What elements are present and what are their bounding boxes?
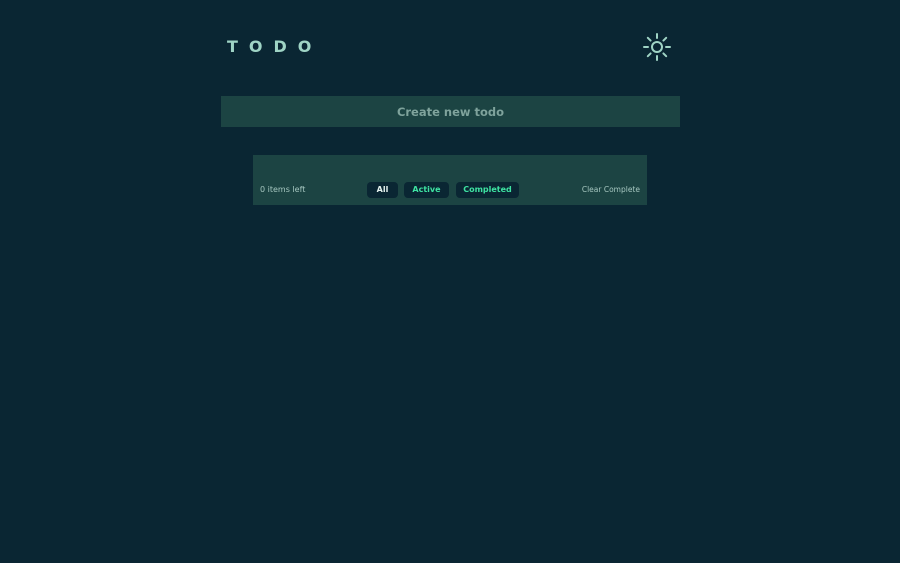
items-left-count: 0 items left xyxy=(260,185,306,194)
filter-all-button[interactable]: All xyxy=(367,182,398,198)
app-title: TODO xyxy=(227,37,323,56)
theme-toggle-button[interactable] xyxy=(642,32,672,62)
sun-icon xyxy=(642,32,672,62)
filter-completed-button[interactable]: Completed xyxy=(456,182,519,198)
filter-active-button[interactable]: Active xyxy=(404,182,449,198)
todo-app: TODO 0 items left All Activ xyxy=(0,0,900,563)
clear-complete-button[interactable]: Clear Complete xyxy=(582,184,640,196)
new-todo-input[interactable] xyxy=(221,96,680,127)
todo-panel: 0 items left All Active Completed Clear … xyxy=(253,155,647,205)
